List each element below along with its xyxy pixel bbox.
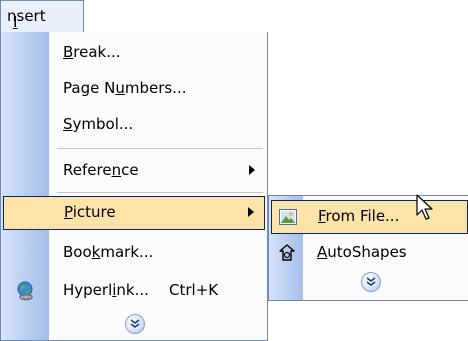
submenu-item-from-file-label: From File...	[318, 207, 400, 225]
menu-item-reference[interactable]: Reference	[1, 154, 267, 188]
menu-item-hyperlink-shortcut: Ctrl+K	[169, 281, 219, 299]
menu-item-bookmark-label: Bookmark...	[63, 243, 154, 261]
insert-menu: Break... Page Numbers... Symbol... Refer…	[0, 32, 268, 341]
menu-item-symbol-label: Symbol...	[63, 115, 134, 133]
menubar-insert-label: Insert	[7, 7, 46, 31]
submenu-arrow-icon	[249, 165, 255, 175]
menu-item-picture[interactable]: Picture	[3, 196, 265, 230]
menu-item-break-label: Break...	[63, 43, 121, 61]
picture-from-file-icon	[278, 207, 298, 227]
menu-item-page-numbers[interactable]: Page Numbers...	[1, 72, 267, 106]
menu-separator	[57, 148, 263, 149]
menu-item-reference-label: Reference	[63, 161, 139, 179]
autoshapes-icon	[277, 243, 297, 263]
menu-item-symbol[interactable]: Symbol...	[1, 108, 267, 142]
menu-item-bookmark[interactable]: Bookmark...	[1, 236, 267, 270]
menu-item-page-numbers-label: Page Numbers...	[63, 79, 187, 97]
submenu-item-autoshapes[interactable]: AutoShapes	[269, 236, 468, 270]
mouse-cursor-icon	[416, 194, 436, 226]
menu-item-hyperlink[interactable]: Hyperlink... Ctrl+K	[1, 274, 267, 308]
submenu-item-autoshapes-label: AutoShapes	[317, 243, 407, 261]
menu-item-picture-label: Picture	[64, 203, 116, 221]
picture-submenu: From File... AutoShapes	[268, 195, 468, 301]
expand-menu-chevron-icon[interactable]	[125, 314, 145, 334]
submenu-arrow-icon	[248, 207, 254, 217]
submenu-item-from-file[interactable]: From File...	[271, 200, 468, 234]
menu-separator	[57, 192, 263, 193]
menubar-insert[interactable]: Insert	[0, 0, 84, 33]
menu-item-hyperlink-label: Hyperlink...	[63, 281, 149, 299]
menu-item-break[interactable]: Break...	[1, 36, 267, 70]
hyperlink-globe-icon	[15, 280, 37, 302]
expand-submenu-chevron-icon[interactable]	[361, 272, 381, 292]
